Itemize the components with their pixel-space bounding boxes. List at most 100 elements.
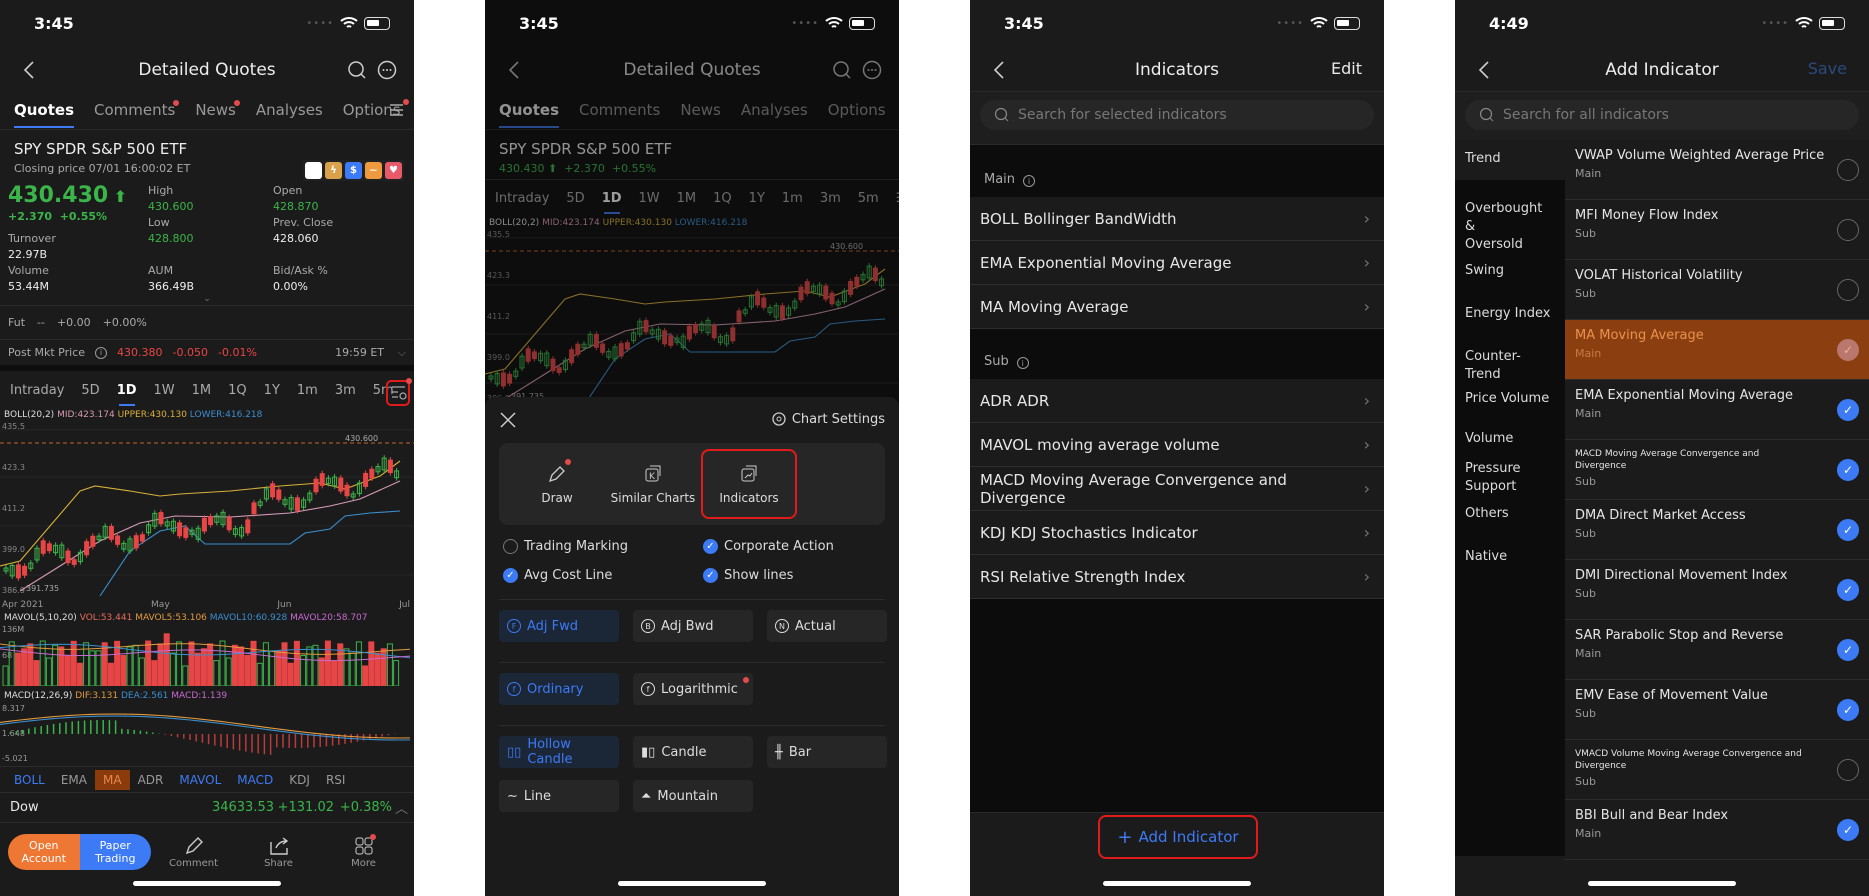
period-1d[interactable]: 1D <box>602 191 622 214</box>
indicator-tab-ema[interactable]: EMA <box>53 770 95 790</box>
info-icon[interactable]: i <box>1023 175 1036 187</box>
back-icon[interactable] <box>18 58 42 82</box>
open-account-button[interactable]: Open Account <box>8 833 80 870</box>
period-1y[interactable]: 1Y <box>264 383 280 398</box>
indicator-row[interactable]: EMA Exponential Moving Average Main ✓ <box>1565 380 1869 440</box>
adj-fwd-button[interactable]: F Adj Fwd <box>499 610 619 642</box>
unchecked-icon[interactable] <box>1837 219 1859 241</box>
category-energy-index[interactable]: Energy Index <box>1455 305 1560 323</box>
indicator-tab-mavol[interactable]: MAVOL <box>171 770 229 790</box>
logarithmic-button[interactable]: f Logarithmic <box>633 673 753 705</box>
period-1m[interactable]: 1M <box>192 383 212 398</box>
checked-icon[interactable]: ✓ <box>1837 699 1859 721</box>
period-3m[interactable]: 3m <box>335 383 356 398</box>
trading-marking-option[interactable]: Trading Marking <box>503 539 703 554</box>
search-input[interactable]: Search for all indicators <box>1465 100 1859 130</box>
period-intraday[interactable]: Intraday <box>495 191 549 206</box>
comment-button[interactable]: Comment <box>151 834 236 869</box>
indicator-row[interactable]: EMA Exponential Moving Average › <box>970 241 1384 285</box>
close-icon[interactable] <box>499 411 517 433</box>
period-5d[interactable]: 5D <box>566 191 584 206</box>
tab-comments[interactable]: Comments <box>579 92 660 130</box>
indicator-tab-macd[interactable]: MACD <box>229 770 281 790</box>
similar-charts-button[interactable]: K Similar Charts <box>605 449 701 519</box>
tab-news[interactable]: News <box>195 92 240 130</box>
tab-options[interactable]: Options <box>828 92 886 130</box>
show-lines-option[interactable]: ✓ Show lines <box>703 568 883 583</box>
checked-icon[interactable]: ✓ <box>1837 399 1859 421</box>
category-native[interactable]: Native <box>1455 548 1517 566</box>
candle-button[interactable]: ▮▯ Candle <box>633 736 753 768</box>
period-1y[interactable]: 1Y <box>749 191 765 206</box>
category-trend[interactable]: Trend <box>1455 140 1565 180</box>
period-1d[interactable]: 1D <box>117 383 137 406</box>
indicator-row[interactable]: MACD Moving Average Convergence and Dive… <box>1565 440 1869 500</box>
more-options-icon[interactable] <box>376 59 398 85</box>
indicator-row[interactable]: VOLAT Historical Volatility Sub <box>1565 260 1869 320</box>
indicator-row[interactable]: MACD Moving Average Convergence and Dive… <box>970 467 1384 511</box>
checked-icon[interactable]: ✓ <box>1837 579 1859 601</box>
ordinary-button[interactable]: f Ordinary <box>499 673 619 705</box>
category-volume[interactable]: Volume <box>1455 430 1523 448</box>
chevron-down-icon[interactable]: ⌵ <box>398 346 406 360</box>
chart-settings-button[interactable] <box>386 378 412 406</box>
checked-icon[interactable]: ✓ <box>1837 339 1859 361</box>
add-indicator-button[interactable]: + Add Indicator <box>1098 815 1258 859</box>
indicator-tab-rsi[interactable]: RSI <box>318 770 354 790</box>
save-button[interactable]: Save <box>1808 59 1847 78</box>
paper-trading-button[interactable]: Paper Trading <box>79 833 151 870</box>
indicator-row[interactable]: BBI Bull and Bear Index Main ✓ <box>1565 800 1869 860</box>
unchecked-icon[interactable] <box>1837 159 1859 181</box>
period-1w[interactable]: 1W <box>639 191 660 206</box>
period-1m[interactable]: 1m <box>297 383 318 398</box>
category-others[interactable]: Others <box>1455 505 1519 523</box>
indicator-row[interactable]: DMA Direct Market Access Sub ✓ <box>1565 500 1869 560</box>
category-pressure-support[interactable]: Pressure Support <box>1455 460 1525 496</box>
indicator-row[interactable]: EMV Ease of Movement Value Sub ✓ <box>1565 680 1869 740</box>
category-price-volume[interactable]: Price Volume <box>1455 390 1559 408</box>
search-input[interactable]: Search for selected indicators <box>980 100 1374 130</box>
volume-chart[interactable]: 136M 68 <box>0 624 414 687</box>
menu-icon[interactable] <box>388 99 409 118</box>
search-icon[interactable] <box>346 59 368 85</box>
price-chart[interactable]: 435.5423.3411.2399.0386.9430.600391.735 <box>0 421 414 597</box>
indicator-row[interactable]: MA Moving Average Main ✓ <box>1565 320 1869 380</box>
indicator-row[interactable]: BOLL Bollinger BandWidth › <box>970 197 1384 241</box>
unchecked-icon[interactable] <box>1837 759 1859 781</box>
indicator-row[interactable]: VMACD Volume Moving Average Convergence … <box>1565 740 1869 800</box>
search-icon[interactable] <box>831 59 853 85</box>
avg-cost-line-option[interactable]: ✓ Avg Cost Line <box>503 568 703 583</box>
unchecked-icon[interactable] <box>1837 279 1859 301</box>
indicators-button[interactable]: Indicators <box>701 449 797 519</box>
checked-icon[interactable]: ✓ <box>1837 519 1859 541</box>
period-3m[interactable]: 3m <box>820 191 841 206</box>
indicator-row[interactable]: KDJ KDJ Stochastics Indicator › <box>970 511 1384 555</box>
more-button[interactable]: More <box>321 834 406 869</box>
tab-analyses[interactable]: Analyses <box>741 92 808 130</box>
category-counter-trend[interactable]: Counter-Trend <box>1455 348 1565 384</box>
expand-chevron-icon[interactable]: ⌄ <box>0 295 414 305</box>
indicator-row[interactable]: DMI Directional Movement Index Sub ✓ <box>1565 560 1869 620</box>
tab-quotes[interactable]: Quotes <box>499 92 560 130</box>
tab-news[interactable]: News <box>680 92 721 130</box>
category-overbought-oversold[interactable]: Overbought & Oversold <box>1455 200 1542 254</box>
indicator-row[interactable]: ADR ADR › <box>970 379 1384 423</box>
indicator-row[interactable]: SAR Parabolic Stop and Reverse Main ✓ <box>1565 620 1869 680</box>
macd-chart[interactable]: 8.317 1.648 -5.021 <box>0 702 414 763</box>
tab-comments[interactable]: Comments <box>94 92 180 130</box>
share-button[interactable]: Share <box>236 834 321 869</box>
indicator-row[interactable]: MFI Money Flow Index Sub <box>1565 200 1869 260</box>
indicator-tab-boll[interactable]: BOLL <box>6 770 53 790</box>
category-swing[interactable]: Swing <box>1455 262 1514 280</box>
indicator-row[interactable]: VWAP Volume Weighted Average Price Main <box>1565 140 1869 200</box>
mountain-button[interactable]: ⏶ Mountain <box>633 780 753 812</box>
back-icon[interactable] <box>503 58 527 82</box>
period-1w[interactable]: 1W <box>154 383 175 398</box>
chevron-up-icon[interactable]: ︿ <box>395 798 408 817</box>
index-ticker[interactable]: Dow 34633.53 +131.02 +0.38% ︿ <box>0 792 414 822</box>
period-1m[interactable]: 1M <box>677 191 697 206</box>
period-1q[interactable]: 1Q <box>228 383 247 398</box>
back-icon[interactable] <box>988 58 1012 82</box>
tab-quotes[interactable]: Quotes <box>14 92 75 130</box>
period-5d[interactable]: 5D <box>81 383 99 398</box>
